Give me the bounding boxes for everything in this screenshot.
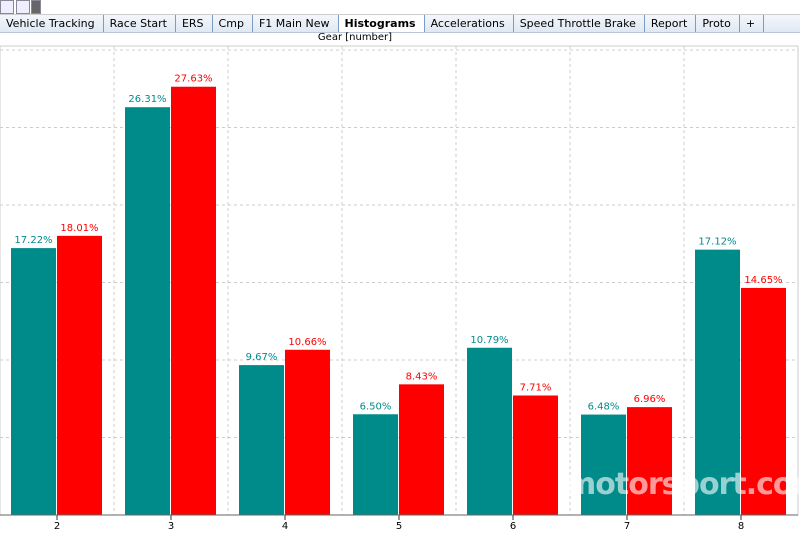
bar-gear-5-series-2 — [399, 384, 444, 515]
bar-label: 27.63% — [174, 74, 212, 85]
bar-gear-6-series-1 — [467, 347, 512, 515]
x-tick-label: 4 — [282, 521, 288, 532]
x-tick-label: 7 — [624, 521, 630, 532]
bar-label: 26.31% — [128, 94, 166, 105]
x-tick-label: 2 — [54, 521, 60, 532]
bar-gear-4-series-2 — [285, 349, 330, 515]
x-tick-label: 5 — [396, 521, 402, 532]
bar-gear-2-series-1 — [11, 248, 56, 515]
bar-label: 10.66% — [288, 337, 326, 348]
x-tick-label: 3 — [168, 521, 174, 532]
bar-gear-3-series-2 — [171, 86, 216, 516]
bar-gear-6-series-2 — [513, 395, 558, 515]
bar-gear-4-series-1 — [239, 365, 284, 515]
bar-label: 8.43% — [406, 371, 438, 382]
bar-label: 6.96% — [634, 394, 666, 405]
bar-label: 14.65% — [744, 275, 782, 286]
bar-label: 6.50% — [360, 401, 392, 412]
bar-label: 6.48% — [588, 402, 620, 413]
x-tick-label: 6 — [510, 521, 516, 532]
bar-gear-3-series-1 — [125, 107, 170, 515]
bar-label: 7.71% — [520, 382, 552, 393]
bar-label: 17.22% — [14, 235, 52, 246]
bar-label: 18.01% — [60, 223, 98, 234]
watermark: motorsport.com — [565, 467, 800, 502]
bar-label: 17.12% — [698, 237, 736, 248]
histogram-chart: 17.22% 18.01% 2 26.31% 27.63% 3 9.67% 10.66% 4 6.… — [0, 45, 799, 532]
bar-label: 9.67% — [246, 352, 278, 363]
bar-label: 10.79% — [470, 335, 508, 346]
bar-gear-2-series-2 — [57, 235, 102, 515]
x-tick-label: 8 — [738, 521, 744, 532]
bar-gear-5-series-1 — [353, 414, 398, 515]
